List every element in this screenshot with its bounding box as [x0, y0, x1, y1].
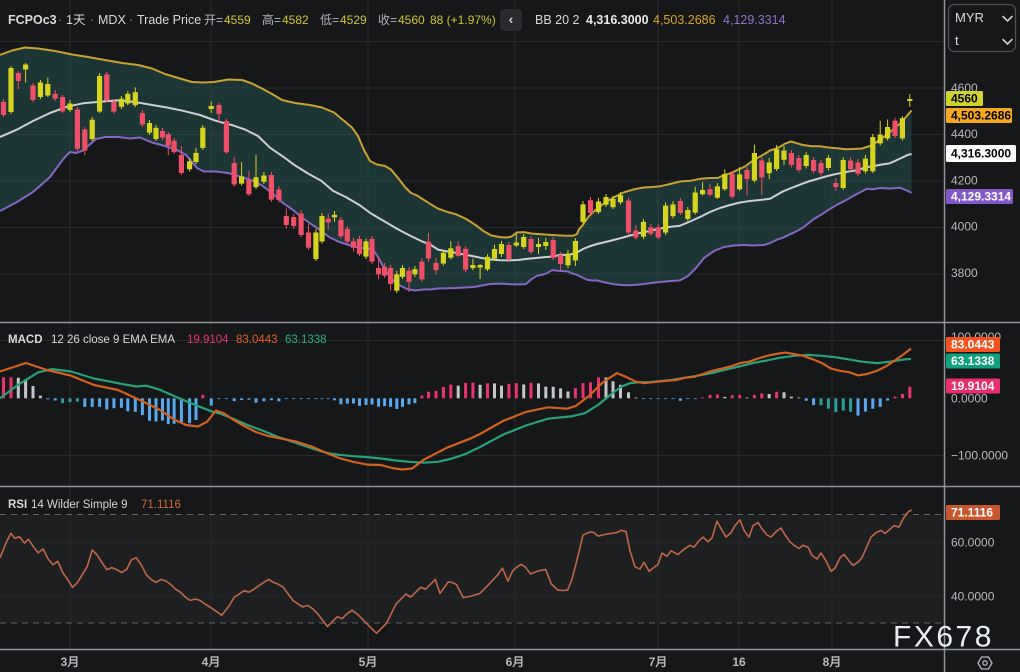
svg-text:4,129.3314: 4,129.3314 — [723, 13, 786, 27]
svg-text:71.1116: 71.1116 — [951, 506, 993, 520]
svg-text:83.0443: 83.0443 — [951, 338, 995, 352]
svg-text:4400: 4400 — [951, 127, 978, 141]
svg-text:FCPOc3: FCPOc3 — [8, 13, 57, 27]
svg-text:5月: 5月 — [359, 655, 378, 669]
svg-text:·: · — [58, 13, 62, 27]
svg-text:4560: 4560 — [398, 13, 425, 27]
svg-text:4560: 4560 — [951, 92, 978, 106]
svg-text:4月: 4月 — [202, 655, 221, 669]
svg-text:低=: 低= — [320, 13, 339, 27]
svg-text:71.1116: 71.1116 — [141, 499, 181, 511]
svg-text:BB 20 2: BB 20 2 — [535, 13, 580, 27]
svg-text:RSI: RSI — [8, 499, 27, 511]
svg-text:4,503.2686: 4,503.2686 — [951, 109, 1011, 123]
svg-text:63.1338: 63.1338 — [951, 354, 995, 368]
svg-text:4200: 4200 — [951, 174, 978, 188]
svg-text:高=: 高= — [262, 12, 281, 27]
svg-text:63.1338: 63.1338 — [285, 334, 327, 346]
svg-text:−100.0000: −100.0000 — [951, 449, 1008, 463]
svg-text:0.0000: 0.0000 — [951, 392, 988, 406]
svg-text:4,316.3000: 4,316.3000 — [586, 13, 649, 27]
svg-text:88 (+1.97%): 88 (+1.97%) — [430, 13, 496, 27]
svg-text:FX678: FX678 — [893, 621, 994, 654]
svg-text:MDX: MDX — [98, 13, 126, 27]
svg-text:4582: 4582 — [282, 13, 309, 27]
svg-text:4,503.2686: 4,503.2686 — [653, 13, 716, 27]
svg-text:4529: 4529 — [340, 13, 367, 27]
svg-text:4,316.3000: 4,316.3000 — [951, 147, 1011, 161]
svg-text:1天: 1天 — [66, 13, 86, 27]
svg-text:8月: 8月 — [823, 655, 842, 669]
svg-text:19.9104: 19.9104 — [187, 334, 229, 346]
svg-text:7月: 7月 — [649, 655, 668, 669]
svg-text:t: t — [955, 33, 959, 48]
svg-text:4559: 4559 — [224, 13, 251, 27]
svg-text:16: 16 — [732, 655, 746, 669]
svg-text:Trade Price: Trade Price — [137, 13, 201, 27]
svg-text:收=: 收= — [378, 13, 397, 27]
svg-text:4000: 4000 — [951, 220, 978, 234]
svg-text:60.0000: 60.0000 — [951, 536, 995, 550]
svg-text:83.0443: 83.0443 — [236, 334, 278, 346]
svg-text:·: · — [129, 13, 133, 27]
svg-text:开=: 开= — [204, 13, 223, 27]
svg-text:14 Wilder Simple 9: 14 Wilder Simple 9 — [31, 499, 128, 511]
svg-text:MYR: MYR — [955, 10, 984, 25]
svg-text:6月: 6月 — [506, 655, 525, 669]
svg-text:12 26 close 9 EMA EMA: 12 26 close 9 EMA EMA — [51, 334, 175, 346]
svg-text:40.0000: 40.0000 — [951, 590, 995, 604]
svg-text:‹: ‹ — [509, 11, 514, 27]
svg-text:MACD: MACD — [8, 334, 43, 346]
svg-text:3800: 3800 — [951, 266, 978, 280]
svg-text:·: · — [90, 13, 94, 27]
svg-text:4,129.3314: 4,129.3314 — [951, 190, 1011, 204]
svg-text:3月: 3月 — [61, 655, 80, 669]
